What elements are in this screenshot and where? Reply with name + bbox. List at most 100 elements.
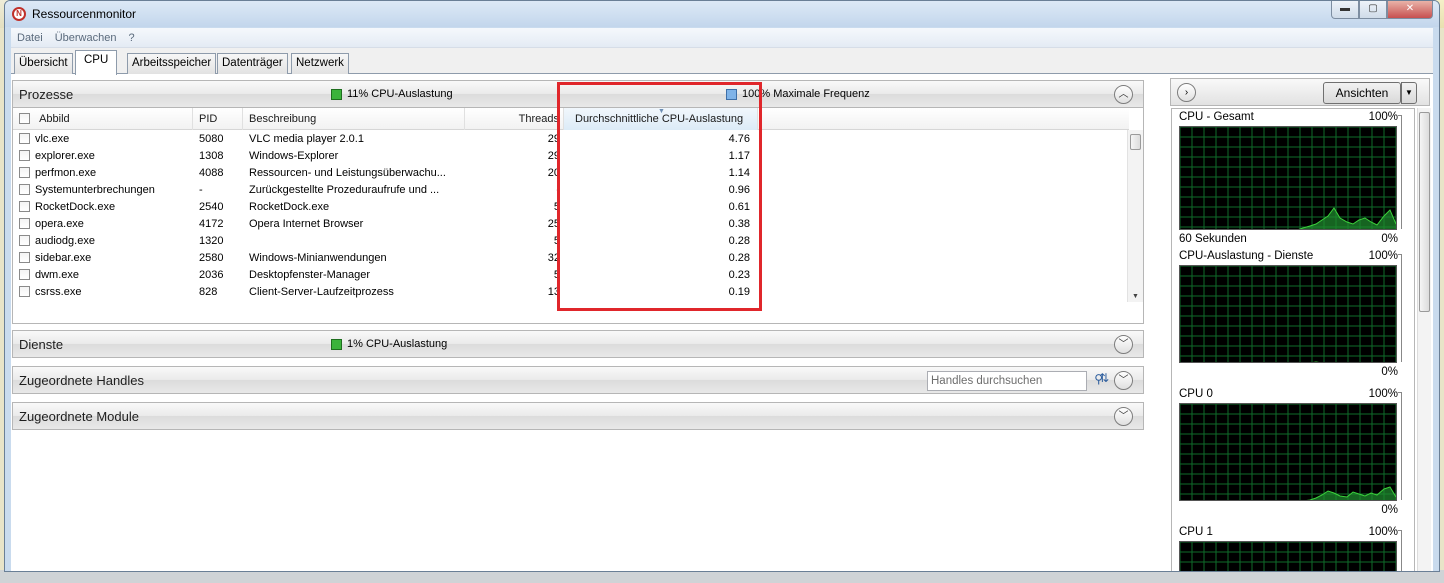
row-select[interactable] [19, 284, 33, 301]
menu-ueberwachen[interactable]: Überwachen [55, 32, 117, 44]
scroll-down-arrow-icon[interactable]: ▼ [1132, 293, 1139, 300]
refresh-icon[interactable]: ⇅ [1099, 371, 1109, 385]
graph-canvas [1179, 403, 1397, 501]
row-select[interactable] [19, 148, 33, 165]
graph-pane: › Ansichten ▼ CPU - Gesamt 100% 0% 60 Sekun… [1167, 74, 1433, 571]
close-button[interactable]: ✕ [1387, 1, 1433, 19]
cell-description: Windows-Explorer [249, 150, 339, 162]
cell-threads: 29 [547, 150, 560, 162]
row-select[interactable] [19, 267, 33, 284]
graph-label: CPU 0 [1179, 388, 1213, 400]
row-checkbox[interactable] [19, 184, 30, 195]
tab-netzwerk[interactable]: Netzwerk [291, 53, 349, 74]
row-checkbox[interactable] [19, 150, 30, 161]
processes-cpu-usage: 11% CPU-Auslastung [331, 88, 453, 100]
cell-pid: 2036 [199, 269, 224, 281]
cell-description: Windows-Minianwendungen [249, 252, 387, 264]
cell-threads: 5 [553, 269, 560, 281]
row-checkbox[interactable] [19, 269, 30, 280]
handles-search-input[interactable]: Handles durchsuchen [927, 371, 1087, 391]
graph-canvas [1179, 541, 1397, 571]
minimize-button[interactable]: ▬ [1331, 1, 1359, 19]
highlight-annotation-box [557, 82, 762, 311]
cell-threads: - [556, 184, 560, 196]
tab-arbeitsspeicher[interactable]: Arbeitsspeicher [127, 53, 217, 74]
processes-scrollbar[interactable]: ▼ [1127, 130, 1143, 302]
cell-description: Client-Server-Laufzeitprozess [249, 286, 394, 298]
processes-scrollbar-thumb[interactable] [1130, 134, 1141, 150]
graph-scale-bracket [1398, 530, 1402, 571]
select-all-checkbox[interactable] [19, 113, 30, 124]
views-button[interactable]: Ansichten [1323, 82, 1401, 104]
expand-handles-chevron-icon[interactable]: ﹀ [1114, 371, 1133, 390]
graph-max-label: 100% [1368, 250, 1398, 262]
column-header-description[interactable]: Beschreibung [243, 108, 465, 130]
cell-description: Desktopfenster-Manager [249, 269, 371, 281]
row-checkbox[interactable] [19, 252, 30, 263]
expand-services-chevron-icon[interactable]: ﹀ [1114, 335, 1133, 354]
modules-section-header[interactable]: Zugeordnete Module ﹀ [12, 402, 1144, 430]
cell-description: RocketDock.exe [249, 201, 330, 213]
maximize-button[interactable]: ▢ [1359, 1, 1387, 19]
collapse-chevron-icon[interactable]: ︿ [1114, 85, 1133, 104]
tab-uebersicht[interactable]: Übersicht [14, 53, 73, 74]
graph-pane-scrollbar[interactable] [1417, 108, 1431, 571]
row-checkbox[interactable] [19, 133, 30, 144]
row-select[interactable] [19, 250, 33, 267]
row-select[interactable] [19, 233, 33, 250]
handles-section-header[interactable]: Zugeordnete Handles Handles durchsuchen … [12, 366, 1144, 394]
cell-pid: 5080 [199, 133, 224, 145]
title-bar[interactable]: N Ressourcenmonitor ▬ ▢ ✕ [5, 1, 1439, 27]
graph-label: CPU 1 [1179, 526, 1213, 538]
row-select[interactable] [19, 182, 33, 199]
row-select[interactable] [19, 199, 33, 216]
row-checkbox[interactable] [19, 235, 30, 246]
menu-datei[interactable]: Datei [17, 32, 43, 44]
column-header-pid[interactable]: PID [193, 108, 243, 130]
processes-cpu-usage-text: 11% CPU-Auslastung [347, 88, 453, 100]
graph-pane-header: › Ansichten ▼ [1170, 78, 1430, 106]
row-checkbox[interactable] [19, 167, 30, 178]
window-title: Ressourcenmonitor [32, 7, 137, 21]
graph-label: CPU-Auslastung - Dienste [1179, 250, 1314, 262]
row-checkbox[interactable] [19, 201, 30, 212]
row-select[interactable] [19, 216, 33, 233]
menu-help[interactable]: ? [128, 32, 134, 44]
expand-right-icon[interactable]: › [1177, 83, 1196, 102]
tab-datentraeger[interactable]: Datenträger [217, 53, 288, 74]
services-section-header[interactable]: Dienste 1% CPU-Auslastung ﹀ [12, 330, 1144, 358]
cpu-graphs: CPU - Gesamt 100% 0% 60 Sekunden CPU-Auslast… [1171, 108, 1415, 571]
cell-image: RocketDock.exe [35, 201, 116, 213]
cell-image: dwm.exe [35, 269, 80, 281]
cell-pid: 1308 [199, 150, 224, 162]
row-select[interactable] [19, 131, 33, 148]
cell-pid: 828 [199, 286, 218, 298]
row-select[interactable] [19, 165, 33, 182]
window-controls: ▬ ▢ ✕ [1331, 1, 1433, 19]
views-dropdown-icon[interactable]: ▼ [1401, 82, 1417, 104]
column-image-label: Abbild [39, 113, 70, 125]
cell-threads: 32 [547, 252, 560, 264]
graph-min-label: 0% [1381, 504, 1398, 516]
cell-threads: 29 [547, 133, 560, 145]
column-header-threads[interactable]: Threads [465, 108, 564, 130]
resource-monitor-app-icon[interactable]: N [12, 7, 26, 21]
row-checkbox[interactable] [19, 218, 30, 229]
tab-cpu[interactable]: CPU [75, 50, 118, 75]
column-header-image[interactable]: Abbild [13, 108, 193, 130]
cell-threads: 13 [547, 286, 560, 298]
graph-pane-scrollbar-thumb[interactable] [1419, 112, 1430, 312]
menu-bar: Datei Überwachen ? [11, 28, 1433, 48]
cell-image: opera.exe [35, 218, 84, 230]
handles-title: Zugeordnete Handles [19, 373, 145, 388]
graph-scale-bracket [1398, 392, 1402, 500]
expand-modules-chevron-icon[interactable]: ﹀ [1114, 407, 1133, 426]
pane-splitter[interactable] [1151, 74, 1167, 571]
graph-canvas [1179, 126, 1397, 230]
cell-threads: 5 [553, 235, 560, 247]
cell-pid: 2540 [199, 201, 224, 213]
cell-image: vlc.exe [35, 133, 70, 145]
cpu-graph: CPU-Auslastung - Dienste 100% 0% [1172, 250, 1414, 384]
row-checkbox[interactable] [19, 286, 30, 297]
graph-canvas [1179, 265, 1397, 363]
